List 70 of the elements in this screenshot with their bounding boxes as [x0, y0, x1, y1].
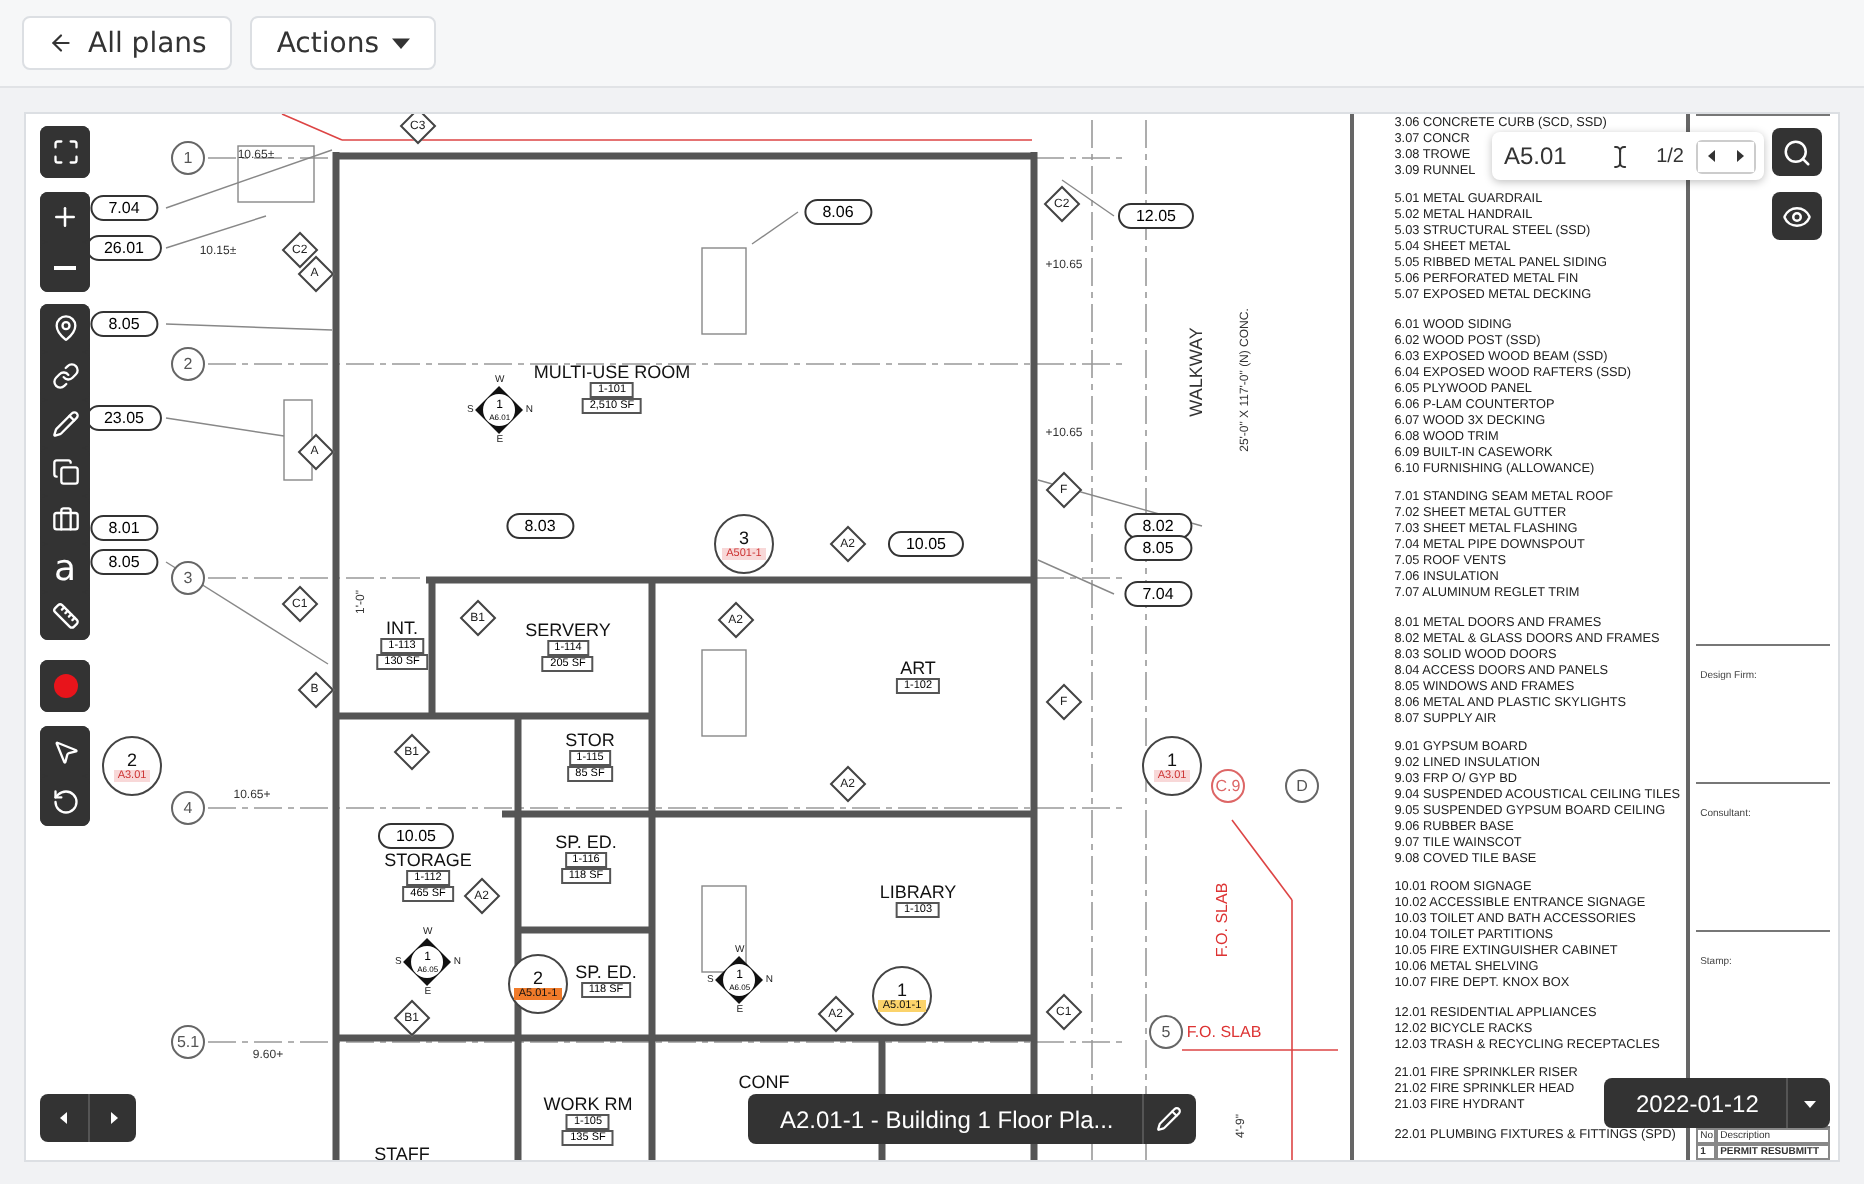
grid-bubble: 1 — [171, 141, 205, 175]
date-dropdown[interactable]: 2022-01-12 — [1604, 1078, 1831, 1128]
map-pin-icon — [51, 314, 79, 342]
grid-bubble: 2 — [171, 347, 205, 381]
keynote-tag: 7.04 — [90, 195, 158, 221]
room-name: ART — [900, 658, 936, 678]
left-caret-icon — [58, 1112, 70, 1124]
room-name: STORAGE — [384, 850, 472, 870]
room-name: SP. ED. — [575, 962, 637, 982]
link-icon — [51, 362, 79, 390]
room-name: STAFF — [374, 1144, 430, 1160]
grid-bubble: D — [1285, 769, 1319, 803]
plan-note: F.O. SLAB — [1186, 1023, 1262, 1041]
plus-icon — [50, 202, 80, 232]
room-name: MULTI-USE ROOM — [533, 362, 691, 382]
undo-icon — [51, 787, 79, 815]
keynote-tag: 8.01 — [90, 515, 158, 541]
keynote-tag: 8.05 — [90, 311, 158, 337]
left-caret-icon — [1706, 150, 1718, 162]
keynote-tag: 8.05 — [1124, 535, 1192, 561]
pencil-icon — [1156, 1106, 1183, 1132]
grid-bubble: C.9 — [1211, 769, 1245, 803]
fullscreen-icon — [51, 138, 79, 166]
room-name: WORK RM — [543, 1094, 633, 1114]
record-dot-icon — [53, 674, 77, 698]
actions-button[interactable]: Actions — [250, 16, 437, 70]
keynote-tag: 8.03 — [506, 513, 574, 539]
sheet-date: 2022-01-12 — [1634, 1087, 1761, 1121]
room-name: CONF — [738, 1072, 790, 1092]
match-count: 1/2 — [1656, 145, 1684, 167]
minus-icon — [54, 265, 76, 269]
plan-note: F.O. SLAB — [1213, 882, 1231, 958]
pointer-icon — [51, 737, 79, 765]
keynote-tag: 8.05 — [90, 549, 158, 575]
room-name: INT. — [386, 618, 418, 638]
record-button[interactable] — [40, 660, 90, 712]
keynote-tag: 12.05 — [1117, 203, 1195, 229]
grid-bubble: 5.1 — [171, 1025, 205, 1059]
next-sheet-button[interactable] — [88, 1094, 136, 1142]
briefcase-icon — [51, 506, 79, 534]
back-arrow-icon — [48, 30, 74, 56]
search-button[interactable] — [1772, 128, 1822, 176]
caret-icon — [1803, 1097, 1816, 1109]
grid-bubble: 5 — [1149, 1015, 1183, 1049]
search-icon — [1782, 137, 1812, 167]
keynote-tag: 23.05 — [85, 405, 163, 431]
grid-bubble: 4 — [171, 791, 205, 825]
previous-sheet-button[interactable] — [40, 1094, 88, 1142]
room-name: SERVERY — [525, 620, 611, 640]
right-caret-icon — [1734, 150, 1746, 162]
visibility-button[interactable] — [1772, 192, 1822, 240]
keynote-tag: 10.05 — [887, 531, 965, 557]
grid-bubble: 3 — [171, 561, 205, 595]
room-name: LIBRARY — [879, 882, 957, 902]
copy-icon — [51, 458, 79, 486]
caret-icon — [392, 34, 411, 52]
room-name: STOR — [565, 730, 615, 750]
keynote-tag: 8.06 — [804, 199, 872, 225]
room-name: SP. ED. — [555, 832, 617, 852]
keynote-tag: 26.01 — [85, 235, 163, 261]
ruler-icon — [51, 602, 79, 630]
right-caret-icon — [107, 1112, 119, 1124]
fullscreen-button[interactable] — [40, 126, 90, 178]
eye-icon — [1782, 201, 1812, 231]
sheet-name[interactable]: A2.01-1 - Building 1 Floor Pla... — [748, 1094, 1142, 1144]
keynote-tag: 10.05 — [377, 823, 455, 849]
pencil-icon — [51, 410, 79, 438]
all-plans-button[interactable]: All plans — [22, 16, 233, 70]
plan-note: WALKWAY — [1186, 327, 1206, 417]
keynote-tag: 7.04 — [1124, 581, 1192, 607]
